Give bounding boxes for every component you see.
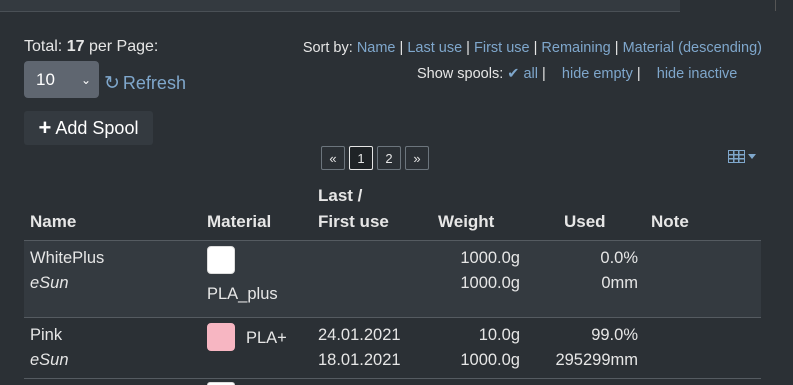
show-spools-label: Show spools: — [417, 66, 504, 82]
column-header-weight[interactable]: Weight — [438, 210, 494, 234]
show-spools-filter: Show spools: ✔ all | hide empty | hide i… — [417, 66, 738, 82]
pagination: « 1 2 » — [321, 146, 429, 170]
total-label: Total: — [24, 38, 63, 55]
total-info: Total: 17 per Page: — [24, 38, 158, 56]
color-swatch — [207, 323, 235, 351]
used-length: 0mm — [601, 274, 638, 292]
refresh-label: Refresh — [122, 73, 186, 93]
sort-by-label: Sort by: — [302, 40, 353, 56]
sort-by-material-desc[interactable]: Material (descending) — [623, 40, 762, 56]
per-page-select[interactable]: 10 ⌄ — [24, 61, 99, 98]
filter-all[interactable]: all — [523, 66, 538, 82]
spool-material: PLA+ — [246, 329, 287, 347]
sort-by-first-use[interactable]: First use — [474, 40, 530, 56]
weight-remaining: 1000.0g — [460, 249, 520, 267]
used-length: 295299mm — [555, 351, 638, 369]
column-selector-button[interactable] — [728, 150, 756, 163]
per-page-value: 10 — [36, 69, 55, 89]
pagination-page-2[interactable]: 2 — [377, 146, 401, 170]
refresh-button[interactable]: ↻ Refresh — [104, 73, 186, 94]
table-row[interactable] — [24, 241, 761, 317]
add-spool-button[interactable]: + Add Spool — [24, 111, 153, 145]
weight-total: 1000.0g — [460, 274, 520, 292]
weight-remaining: 10.0g — [478, 326, 520, 344]
refresh-icon: ↻ — [104, 73, 120, 94]
spool-name: WhitePlus — [30, 249, 105, 267]
table-grid-icon — [728, 150, 745, 163]
pagination-prev[interactable]: « — [321, 146, 345, 170]
caret-down-icon — [748, 154, 756, 159]
column-header-first-use[interactable]: First use — [318, 210, 389, 234]
column-header-name[interactable]: Name — [30, 210, 76, 234]
pagination-next[interactable]: » — [405, 146, 429, 170]
column-header-used[interactable]: Used — [564, 210, 606, 234]
navbar-divider — [775, 0, 776, 11]
pagination-page-1[interactable]: 1 — [349, 146, 373, 170]
add-spool-label: Add Spool — [55, 117, 139, 138]
color-swatch — [207, 246, 235, 274]
filter-hide-inactive[interactable]: hide inactive — [657, 66, 738, 82]
row-divider — [24, 317, 761, 318]
column-header-material[interactable]: Material — [207, 210, 271, 234]
used-percent: 0.0% — [600, 249, 638, 267]
plus-icon: + — [38, 115, 52, 140]
top-navbar — [0, 0, 680, 12]
spool-vendor: eSun — [30, 274, 69, 292]
sort-by-remaining[interactable]: Remaining — [541, 40, 610, 56]
check-icon: ✔ — [507, 66, 520, 82]
total-count: 17 — [66, 38, 85, 55]
spool-material: PLA_plus — [207, 285, 278, 303]
column-header-last-use[interactable]: Last / — [318, 184, 362, 208]
sort-by-bar: Sort by: Name | Last use | First use | R… — [302, 40, 762, 56]
weight-total: 1000.0g — [460, 351, 520, 369]
first-use-date: 18.01.2021 — [318, 351, 401, 369]
last-use-date: 24.01.2021 — [318, 326, 401, 344]
spool-vendor: eSun — [30, 351, 69, 369]
column-header-note[interactable]: Note — [651, 210, 689, 234]
used-percent: 99.0% — [591, 326, 638, 344]
sort-by-last-use[interactable]: Last use — [407, 40, 462, 56]
spool-name: Pink — [30, 326, 63, 344]
row-divider — [24, 378, 761, 379]
per-page-label: per Page: — [88, 38, 159, 55]
filter-hide-empty[interactable]: hide empty — [562, 66, 633, 82]
sort-by-name[interactable]: Name — [357, 40, 396, 56]
chevron-down-icon: ⌄ — [80, 72, 91, 87]
